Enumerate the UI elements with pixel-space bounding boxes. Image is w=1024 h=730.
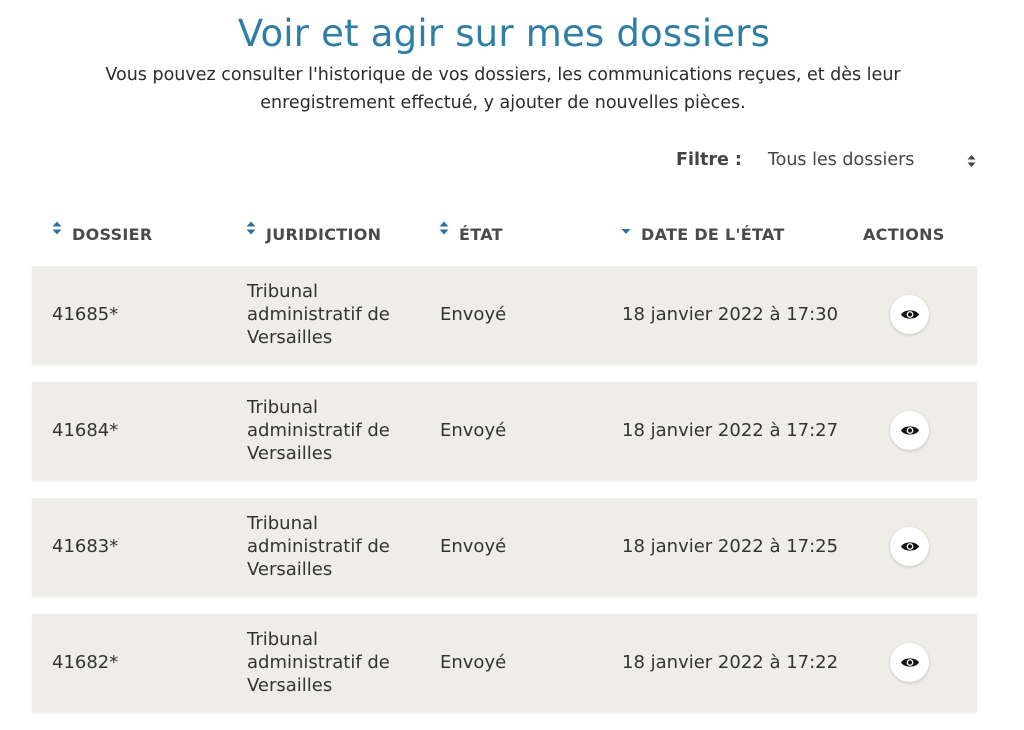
column-header-actions: ACTIONS: [863, 220, 945, 248]
cell-dossier: 41684*: [52, 420, 119, 441]
cell-date: 18 janvier 2022 à 17:30: [622, 304, 839, 325]
column-header-etat[interactable]: ÉTAT: [439, 220, 503, 248]
cell-etat: Envoyé: [440, 304, 507, 325]
table-row: 41684* Tribunal administratif de Versail…: [32, 382, 977, 479]
eye-icon: [900, 658, 919, 667]
view-dossier-button[interactable]: [890, 411, 929, 450]
eye-icon: [900, 310, 919, 319]
page-title: Voir et agir sur mes dossiers: [237, 12, 771, 55]
cell-juridiction: Tribunal administratif de Versailles: [247, 397, 390, 464]
column-label-juridiction: JURIDICTION: [266, 225, 382, 244]
select-arrows-icon: [967, 155, 976, 167]
cell-date: 18 janvier 2022 à 17:22: [622, 652, 839, 673]
eye-icon: [900, 542, 919, 551]
view-dossier-button[interactable]: [890, 527, 929, 566]
filter-select[interactable]: Tous les dossiers: [768, 150, 976, 170]
cell-juridiction: Tribunal administratif de Versailles: [247, 513, 390, 580]
column-label-date: DATE DE L'ÉTAT: [641, 225, 785, 244]
page-subtitle: Vous pouvez consulter l'historique de vo…: [105, 65, 901, 113]
cell-etat: Envoyé: [440, 420, 507, 441]
sort-both-icon: [52, 221, 62, 235]
cell-dossier: 41683*: [52, 536, 119, 557]
view-dossier-button[interactable]: [890, 295, 929, 334]
sort-both-icon: [439, 221, 449, 235]
cell-date: 18 janvier 2022 à 17:27: [622, 420, 839, 441]
view-dossier-button[interactable]: [890, 643, 929, 682]
cell-etat: Envoyé: [440, 536, 507, 557]
cell-date: 18 janvier 2022 à 17:25: [622, 536, 839, 557]
cell-juridiction: Tribunal administratif de Versailles: [247, 629, 390, 696]
sort-both-icon: [246, 221, 256, 235]
filter-label: Filtre :: [676, 150, 742, 170]
cell-dossier: 41685*: [52, 304, 119, 325]
column-label-etat: ÉTAT: [459, 225, 503, 244]
table-row: 41682* Tribunal administratif de Versail…: [32, 614, 977, 711]
column-header-dossier[interactable]: DOSSIER: [52, 220, 153, 248]
cell-dossier: 41682*: [52, 652, 119, 673]
eye-icon: [900, 426, 919, 435]
cell-etat: Envoyé: [440, 652, 507, 673]
table-row: 41685* Tribunal administratif de Versail…: [32, 266, 977, 363]
column-label-dossier: DOSSIER: [72, 225, 153, 244]
table-row: 41683* Tribunal administratif de Versail…: [32, 498, 977, 595]
filter-bar: Filtre : Tous les dossiers: [676, 148, 976, 172]
filter-selected-value: Tous les dossiers: [767, 150, 915, 170]
column-header-juridiction[interactable]: JURIDICTION: [246, 220, 381, 248]
page: Voir et agir sur mes dossiers Vous pouve…: [0, 0, 1024, 730]
cell-juridiction: Tribunal administratif de Versailles: [247, 281, 390, 348]
table-header: DOSSIER JURIDICTION ÉTAT DATE DE L'ÉTAT …: [32, 220, 978, 248]
column-header-date[interactable]: DATE DE L'ÉTAT: [621, 220, 785, 248]
column-label-actions: ACTIONS: [863, 225, 945, 244]
dossier-list: 41685* Tribunal administratif de Versail…: [32, 266, 978, 730]
sort-desc-icon: [621, 229, 631, 234]
